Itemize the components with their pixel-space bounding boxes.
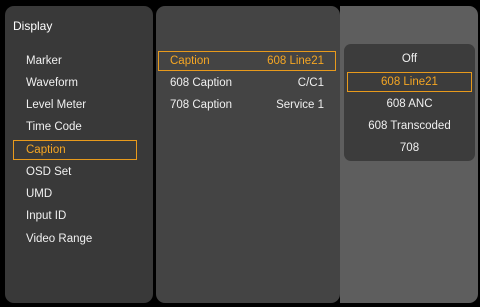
caption-row-value: Service 1 (276, 99, 324, 111)
caption-row-708-caption[interactable]: 708 Caption Service 1 (158, 95, 336, 115)
option-608-transcoded[interactable]: 608 Transcoded (347, 116, 472, 136)
caption-row-label: 608 Caption (170, 77, 233, 89)
caption-options-popup: Off 608 Line21 608 ANC 608 Transcoded 70… (344, 44, 475, 161)
caption-row-value: C/C1 (297, 77, 324, 89)
menu-item-video-range[interactable]: Video Range (13, 229, 137, 249)
display-menu-title: Display (13, 19, 53, 33)
menu-item-level-meter[interactable]: Level Meter (13, 95, 137, 115)
caption-row-label: Caption (170, 55, 210, 67)
option-608-anc[interactable]: 608 ANC (347, 94, 472, 114)
menu-item-caption[interactable]: Caption (13, 140, 137, 160)
menu-item-waveform[interactable]: Waveform (13, 73, 137, 93)
option-708[interactable]: 708 (347, 138, 472, 158)
menu-item-input-id[interactable]: Input ID (13, 206, 137, 226)
caption-row-caption[interactable]: Caption 608 Line21 (158, 51, 336, 71)
menu-item-umd[interactable]: UMD (13, 184, 137, 204)
caption-row-value: 608 Line21 (267, 55, 324, 67)
caption-row-label: 708 Caption (170, 99, 233, 111)
menu-item-marker[interactable]: Marker (13, 51, 137, 71)
menu-item-time-code[interactable]: Time Code (13, 117, 137, 137)
menu-item-osd-set[interactable]: OSD Set (13, 162, 137, 182)
caption-row-608-caption[interactable]: 608 Caption C/C1 (158, 73, 336, 93)
option-off[interactable]: Off (347, 49, 472, 69)
option-608-line21[interactable]: 608 Line21 (347, 72, 472, 92)
